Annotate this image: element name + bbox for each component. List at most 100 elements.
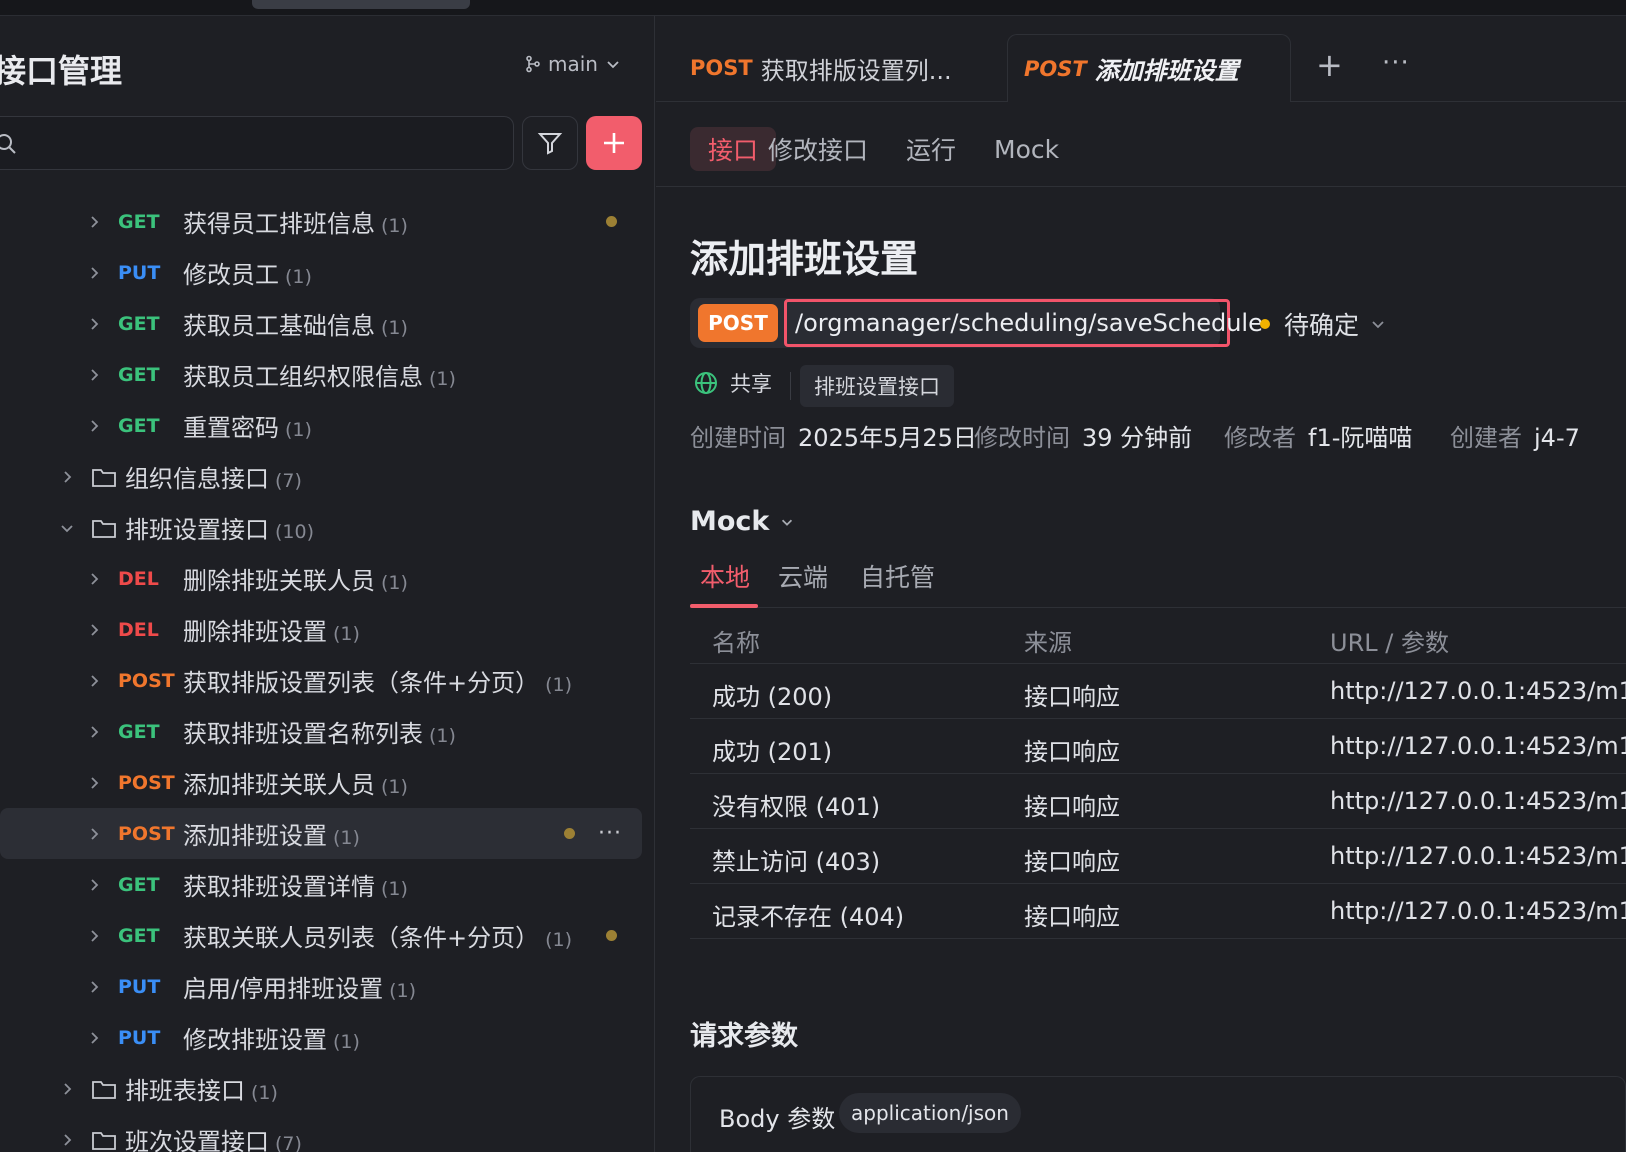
meta-value: f1-阮喵喵 — [1308, 424, 1413, 452]
chevron-right-icon[interactable] — [86, 214, 102, 230]
tree-item-count: (1) — [333, 827, 360, 849]
tree-folder[interactable]: 班次设置接口 (7) — [0, 1114, 655, 1152]
share-indicator[interactable]: 共享 — [694, 368, 772, 398]
tree-item-count: (1) — [429, 725, 456, 747]
search-input[interactable] — [0, 116, 514, 170]
method-label: POST — [118, 771, 175, 794]
tree-item-count: (1) — [429, 368, 456, 390]
tree-api-item[interactable]: GET 获取排班设置详情 (1) — [0, 859, 655, 910]
filter-button[interactable] — [522, 116, 578, 170]
chevron-right-icon[interactable] — [86, 622, 102, 638]
chevron-right-icon[interactable] — [59, 1132, 75, 1148]
tree-api-item[interactable]: DEL 删除排班设置 (1) — [0, 604, 655, 655]
request-params-title: 请求参数 — [690, 1021, 798, 1052]
method-badge[interactable]: POST — [698, 304, 778, 342]
branch-selector[interactable]: main — [524, 52, 622, 76]
mock-tab-cloud[interactable]: 云端 — [778, 558, 828, 594]
tree-item-name: 获取排班设置名称列表 — [183, 720, 423, 748]
tree-item-count: (1) — [381, 776, 408, 798]
divider — [790, 372, 791, 400]
tree-api-item[interactable]: POST 获取排版设置列表（条件+分页） (1) — [0, 655, 655, 706]
body-params-section: Body 参数 application/json — [690, 1076, 1626, 1152]
chevron-right-icon[interactable] — [86, 979, 102, 995]
tab-scroll-thumb[interactable] — [252, 0, 470, 9]
chevron-right-icon[interactable] — [86, 265, 102, 281]
method-label: GET — [118, 924, 160, 947]
subtab-edit[interactable]: 修改接口 — [768, 127, 868, 171]
tree-item-name: 删除排班关联人员 — [183, 567, 375, 595]
tree-api-item[interactable]: GET 获得员工排班信息 (1) — [0, 196, 655, 247]
chevron-right-icon[interactable] — [86, 418, 102, 434]
mock-tab-self-hosted[interactable]: 自托管 — [860, 558, 935, 594]
tree-api-item[interactable]: POST 添加排班关联人员 (1) — [0, 757, 655, 808]
mock-url[interactable]: http://127.0.0.1:4523/m1/ — [1330, 677, 1626, 705]
status-selector[interactable]: 待确定 — [1260, 306, 1387, 342]
tree-item-count: (7) — [275, 470, 302, 492]
new-tab-button[interactable]: + — [1316, 46, 1343, 84]
chevron-right-icon[interactable] — [86, 724, 102, 740]
tree-folder[interactable]: 排班表接口 (1) — [0, 1063, 655, 1114]
tree-api-item[interactable]: GET 获取员工基础信息 (1) — [0, 298, 655, 349]
tree-api-item[interactable]: GET 获取关联人员列表（条件+分页） (1) — [0, 910, 655, 961]
subtab-mock[interactable]: Mock — [994, 127, 1059, 171]
subtab-run[interactable]: 运行 — [906, 127, 956, 171]
api-subtabs: 接口 修改接口 运行 Mock — [656, 103, 1626, 187]
tree-folder[interactable]: 组织信息接口 (7) — [0, 451, 655, 502]
table-row[interactable]: 记录不存在 (404) 接口响应 http://127.0.0.1:4523/m1/ — [690, 884, 1626, 939]
api-path[interactable]: /orgmanager/scheduling/saveSchedule — [784, 299, 1263, 347]
table-row[interactable]: 没有权限 (401) 接口响应 http://127.0.0.1:4523/m1/ — [690, 774, 1626, 829]
content-type-chip[interactable]: application/json — [839, 1093, 1021, 1133]
add-button[interactable] — [586, 116, 642, 170]
more-icon[interactable]: ··· — [598, 821, 622, 846]
chevron-right-icon[interactable] — [59, 469, 75, 485]
tree-api-item[interactable]: GET 获取员工组织权限信息 (1) — [0, 349, 655, 400]
api-tree: GET 获得员工排班信息 (1) PUT 修改员工 (1) GET 获取员工基础信息 (1) GE… — [0, 196, 655, 1152]
tree-api-item[interactable]: GET 重置密码 (1) — [0, 400, 655, 451]
tree-api-item[interactable]: PUT 修改排班设置 (1) — [0, 1012, 655, 1063]
mock-source: 接口响应 — [1024, 903, 1120, 931]
tree-api-item[interactable]: DEL 删除排班关联人员 (1) — [0, 553, 655, 604]
folder-icon — [92, 468, 116, 487]
mock-url[interactable]: http://127.0.0.1:4523/m1/ — [1330, 897, 1626, 925]
mock-tab-local[interactable]: 本地 — [700, 558, 750, 594]
chevron-right-icon[interactable] — [86, 826, 102, 842]
table-row[interactable]: 成功 (200) 接口响应 http://127.0.0.1:4523/m1/ — [690, 664, 1626, 719]
chevron-right-icon[interactable] — [86, 316, 102, 332]
main-panel: POST 获取排版设置列... POST 添加排班设置 + ··· 接口 修改接… — [656, 16, 1626, 1152]
table-row[interactable]: 成功 (201) 接口响应 http://127.0.0.1:4523/m1/ — [690, 719, 1626, 774]
chevron-down-icon[interactable] — [59, 520, 75, 536]
mock-name: 成功 (201) — [712, 738, 833, 766]
tree-api-item[interactable]: GET 获取排班设置名称列表 (1) — [0, 706, 655, 757]
mock-url[interactable]: http://127.0.0.1:4523/m1/ — [1330, 732, 1626, 760]
mock-section-toggle[interactable]: Mock — [690, 506, 795, 537]
tree-folder[interactable]: 排班设置接口 (10) — [0, 502, 655, 553]
window-top-strip — [0, 0, 1626, 16]
subtab-api[interactable]: 接口 — [690, 127, 777, 171]
chevron-right-icon[interactable] — [86, 775, 102, 791]
chevron-right-icon[interactable] — [86, 367, 102, 383]
tree-item-name: 添加排班设置 — [183, 822, 327, 850]
chevron-right-icon[interactable] — [86, 571, 102, 587]
tab-add-schedule[interactable]: POST 添加排班设置 — [1007, 34, 1291, 102]
chevron-right-icon[interactable] — [59, 1081, 75, 1097]
table-row[interactable]: 禁止访问 (403) 接口响应 http://127.0.0.1:4523/m1/ — [690, 829, 1626, 884]
mock-url[interactable]: http://127.0.0.1:4523/m1/ — [1330, 787, 1626, 815]
status-label: 待确定 — [1284, 311, 1360, 340]
share-label: 共享 — [730, 372, 772, 396]
folder-tag[interactable]: 排班设置接口 — [800, 365, 954, 407]
chevron-right-icon[interactable] — [86, 928, 102, 944]
method-label: POST — [118, 669, 175, 692]
mock-url[interactable]: http://127.0.0.1:4523/m1/ — [1330, 842, 1626, 870]
meta-creator: 创建者 j4-7 — [1450, 418, 1580, 453]
mock-source: 接口响应 — [1024, 738, 1120, 766]
tab-get-schedule-list[interactable]: POST 获取排版设置列... — [690, 34, 952, 102]
tree-api-item[interactable]: POST 添加排班设置 (1) ··· — [0, 808, 642, 859]
chevron-right-icon[interactable] — [86, 877, 102, 893]
tree-item-count: (1) — [285, 266, 312, 288]
tree-api-item[interactable]: PUT 启用/停用排班设置 (1) — [0, 961, 655, 1012]
chevron-right-icon[interactable] — [86, 673, 102, 689]
tree-api-item[interactable]: PUT 修改员工 (1) — [0, 247, 655, 298]
tab-more-button[interactable]: ··· — [1382, 48, 1410, 78]
folder-icon — [92, 519, 116, 538]
chevron-right-icon[interactable] — [86, 1030, 102, 1046]
